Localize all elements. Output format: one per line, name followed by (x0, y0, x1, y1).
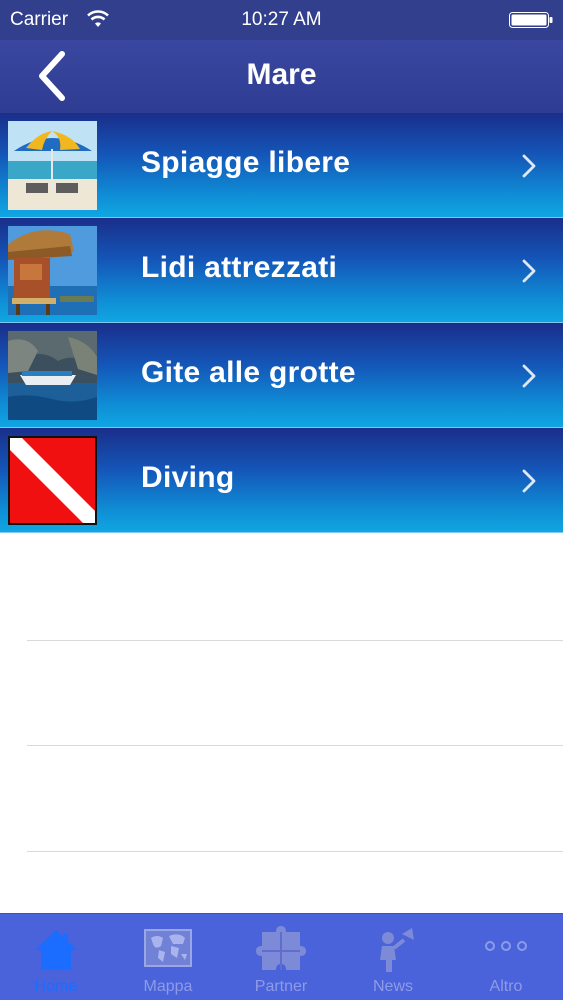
world-map-icon (144, 929, 192, 967)
list-item-diving[interactable]: Diving (0, 428, 563, 533)
chevron-right-icon (522, 259, 536, 283)
category-list: Spiagge libere Lidi attrezzati Gite alle… (0, 113, 563, 533)
puzzle-icon (256, 926, 306, 970)
battery-icon (509, 12, 553, 28)
navigation-bar: Mare (0, 40, 563, 113)
tab-home[interactable]: Home (0, 914, 112, 1000)
tab-bar: Home Mappa Partner News Altro (0, 913, 563, 1000)
tab-mappa[interactable]: Mappa (112, 914, 224, 1000)
empty-row-separator (27, 851, 563, 852)
tab-label: Partner (254, 978, 308, 995)
tab-altro[interactable]: Altro (450, 914, 562, 1000)
tab-label: News (372, 978, 413, 995)
list-item-label: Spiagge libere (141, 146, 351, 179)
tab-label: Home (34, 978, 78, 995)
home-icon (35, 930, 77, 970)
more-dots-icon (485, 941, 527, 951)
sea-cave-boat-photo (8, 331, 97, 420)
list-item-spiagge-libere[interactable]: Spiagge libere (0, 113, 563, 218)
list-item-label: Lidi attrezzati (141, 251, 338, 284)
list-item-lidi-attrezzati[interactable]: Lidi attrezzati (0, 218, 563, 323)
tab-label: Mappa (143, 978, 193, 995)
chevron-right-icon (522, 154, 536, 178)
tab-news[interactable]: News (337, 914, 449, 1000)
status-bar: Carrier 10:27 AM (0, 0, 563, 40)
empty-row-separator (27, 640, 563, 641)
tab-label: Altro (489, 978, 523, 995)
clock: 10:27 AM (241, 9, 322, 30)
list-item-gite-alle-grotte[interactable]: Gite alle grotte (0, 323, 563, 428)
chevron-right-icon (522, 469, 536, 493)
beach-umbrella-photo (8, 121, 97, 210)
beach-hut-photo (8, 226, 97, 315)
list-item-label: Diving (141, 461, 235, 494)
chevron-right-icon (522, 364, 536, 388)
tab-partner[interactable]: Partner (225, 914, 337, 1000)
list-item-label: Gite alle grotte (141, 356, 356, 389)
dive-flag-icon (8, 436, 97, 525)
page-title: Mare (246, 58, 317, 91)
megaphone-person-icon (380, 928, 414, 972)
empty-row-separator (27, 745, 563, 746)
